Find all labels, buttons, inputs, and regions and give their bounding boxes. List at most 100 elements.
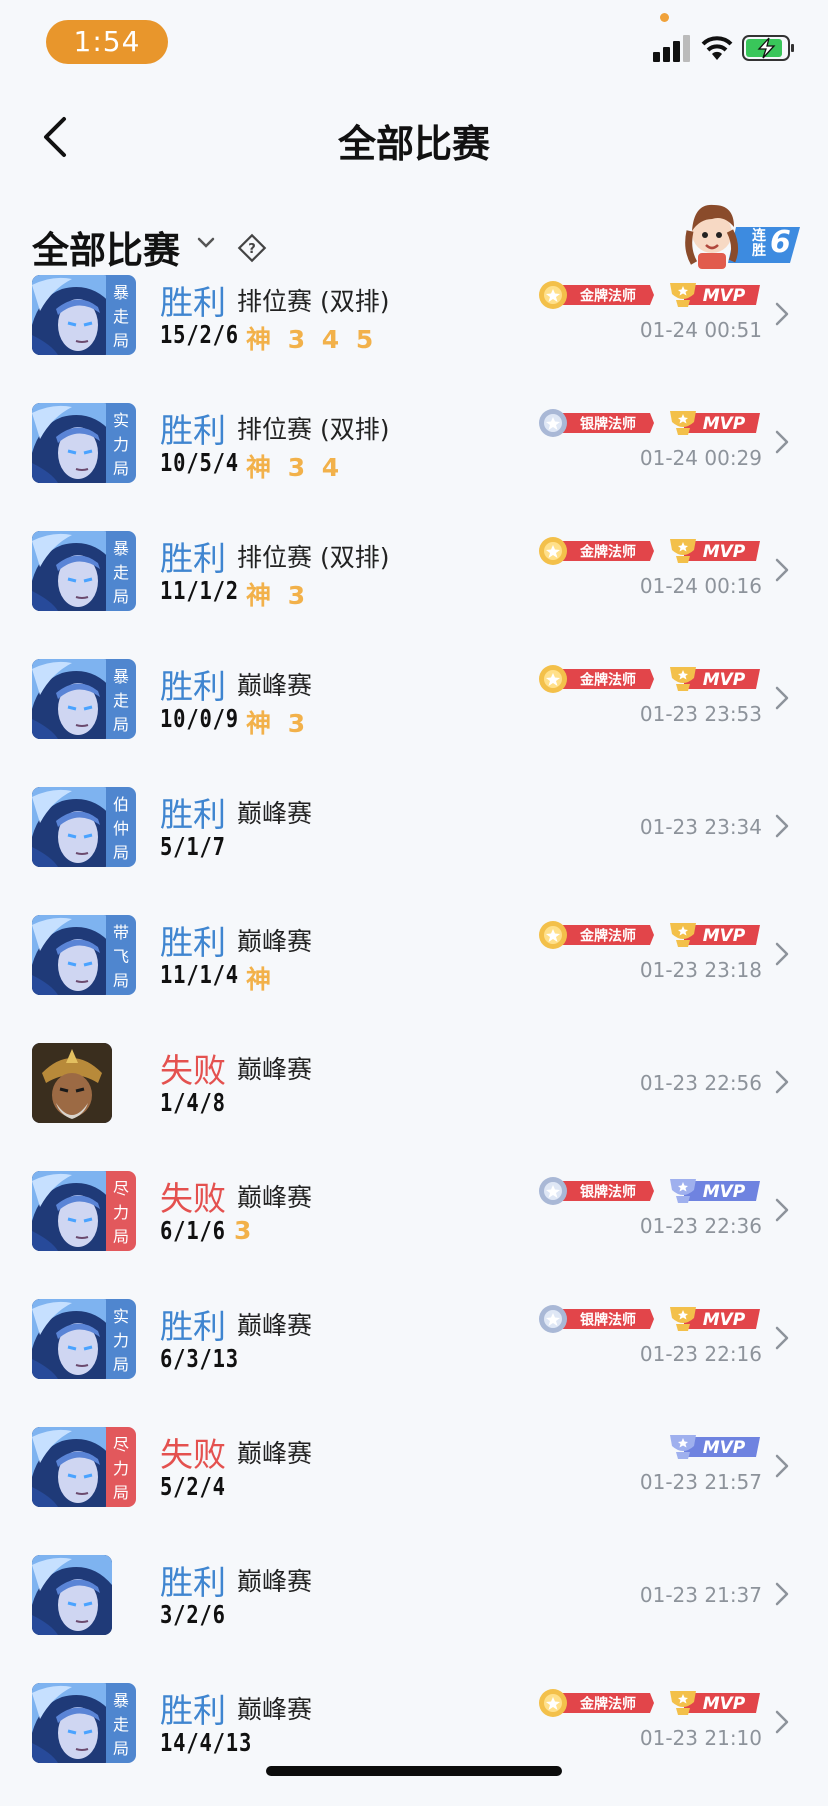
hero-avatar-icon — [32, 531, 112, 611]
status-bar: 1:54 — [0, 0, 828, 90]
status-time: 1:54 — [46, 20, 168, 64]
hero-avatar-icon — [32, 659, 112, 739]
match-row[interactable]: 暴走局胜利 排位赛 (双排) 15/2/6 神 3 4 5 金牌法师 MVP 01-24 0… — [0, 270, 828, 398]
match-filter-dropdown[interactable]: 全部比赛 — [32, 220, 180, 274]
match-result: 失败 — [160, 1435, 226, 1474]
performance-tag-char: 伯 — [112, 795, 129, 814]
hero-avatar — [32, 1171, 112, 1251]
match-row[interactable]: 尽力局失败 巅峰赛 6/1/6 3 银牌法师 MVP 01-23 22:36 — [0, 1166, 828, 1294]
mvp-badge: MVP — [670, 1435, 760, 1459]
match-kda: 1/4/8 — [160, 1088, 226, 1117]
match-result: 胜利 — [160, 1563, 226, 1602]
performance-tag-char: 实 — [112, 411, 129, 430]
match-row[interactable]: 暴走局胜利 巅峰赛 10/0/9 神 3 金牌法师 MVP 01-23 23:53 — [0, 654, 828, 782]
performance-tag-char: 走 — [112, 307, 129, 326]
hero-avatar-icon — [32, 1555, 112, 1635]
hero-avatar — [32, 1043, 112, 1123]
hero-avatar — [32, 275, 112, 355]
match-row[interactable]: 实力局胜利 排位赛 (双排) 10/5/4 神 3 4 银牌法师 MVP 01-24 00:… — [0, 398, 828, 526]
match-kda: 6/3/13 — [160, 1344, 239, 1373]
performance-tag-char: 走 — [112, 563, 129, 582]
match-time: 01-23 21:57 — [639, 1470, 762, 1494]
match-mode: 排位赛 (双排) — [237, 287, 390, 316]
performance-tag-char: 走 — [112, 691, 129, 710]
match-kda: 11/1/2 — [160, 576, 239, 605]
match-result: 失败 — [160, 1179, 226, 1218]
streak-label-1: 连 — [752, 228, 766, 244]
match-row[interactable]: 失败 巅峰赛 1/4/8 01-23 22:56 — [0, 1038, 828, 1166]
match-row[interactable]: 暴走局胜利 排位赛 (双排) 11/1/2 神 3 金牌法师 MVP 01-24 00:16 — [0, 526, 828, 654]
match-highlights: 神 3 4 5 — [246, 325, 378, 354]
home-indicator[interactable] — [266, 1766, 562, 1776]
chevron-right-icon — [775, 1070, 789, 1094]
performance-tag-char: 力 — [112, 435, 129, 454]
match-row[interactable]: 胜利 巅峰赛 3/2/6 01-23 21:37 — [0, 1550, 828, 1678]
match-kda: 14/4/13 — [160, 1728, 253, 1757]
svg-text:金牌法师: 金牌法师 — [579, 1696, 636, 1713]
match-result: 胜利 — [160, 1691, 226, 1730]
svg-text:MVP: MVP — [703, 926, 746, 946]
match-row[interactable]: 暴走局胜利 巅峰赛 14/4/13 金牌法师 MVP 01-23 21:10 — [0, 1678, 828, 1806]
performance-tag-char: 局 — [112, 331, 129, 350]
match-row[interactable]: 带飞局胜利 巅峰赛 11/1/4 神金牌法师 MVP 01-23 23:18 — [0, 910, 828, 1038]
hero-avatar — [32, 915, 112, 995]
match-mode: 巅峰赛 — [237, 927, 313, 956]
hero-avatar — [32, 1683, 112, 1763]
medal-badge: 金牌法师 — [539, 921, 654, 949]
medal-badge: 金牌法师 — [539, 665, 654, 693]
match-time: 01-23 22:16 — [639, 1342, 762, 1366]
match-mode: 巅峰赛 — [237, 1183, 313, 1212]
performance-tag-char: 力 — [112, 1331, 129, 1350]
hero-avatar-icon — [32, 915, 112, 995]
performance-tag-char: 暴 — [112, 539, 129, 558]
medal-badge: 银牌法师 — [539, 409, 654, 437]
performance-tag: 尽力局 — [106, 1171, 136, 1251]
performance-tag: 带飞局 — [106, 915, 136, 995]
match-time: 01-23 21:37 — [639, 1583, 762, 1607]
match-mode: 巅峰赛 — [237, 1311, 313, 1340]
match-mode: 巅峰赛 — [237, 671, 313, 700]
match-kda: 5/2/4 — [160, 1472, 226, 1501]
hero-avatar-icon — [32, 1427, 112, 1507]
match-kda: 10/0/9 — [160, 704, 239, 733]
performance-tag-char: 暴 — [112, 1691, 129, 1710]
hero-avatar-icon — [32, 1683, 112, 1763]
match-time: 01-23 23:18 — [639, 958, 762, 982]
performance-tag-char: 力 — [112, 1459, 129, 1478]
chevron-down-icon[interactable] — [196, 236, 216, 250]
hero-avatar-icon — [32, 403, 112, 483]
performance-tag-char: 局 — [112, 459, 129, 478]
svg-text:MVP: MVP — [703, 542, 746, 562]
mvp-badge: MVP — [670, 283, 760, 307]
match-kda: 10/5/4 — [160, 448, 239, 477]
performance-tag-char: 局 — [112, 843, 129, 862]
battery-charging-icon — [742, 35, 794, 61]
match-time: 01-24 00:16 — [639, 574, 762, 598]
match-row[interactable]: 伯仲局胜利 巅峰赛 5/1/7 01-23 23:34 — [0, 782, 828, 910]
performance-tag-char: 带 — [112, 923, 129, 942]
match-mode: 巅峰赛 — [237, 1439, 313, 1468]
svg-text:MVP: MVP — [703, 1182, 746, 1202]
mvp-badge: MVP — [670, 1691, 760, 1715]
hero-avatar — [32, 787, 112, 867]
match-row[interactable]: 实力局胜利 巅峰赛 6/3/13 银牌法师 MVP 01-23 22:16 — [0, 1294, 828, 1422]
medal-badge: 银牌法师 — [539, 1177, 654, 1205]
performance-tag: 暴走局 — [106, 659, 136, 739]
performance-tag-char: 局 — [112, 1355, 129, 1374]
performance-tag: 实力局 — [106, 1299, 136, 1379]
mvp-badge: MVP — [670, 1307, 760, 1331]
match-result: 胜利 — [160, 283, 226, 322]
performance-tag-char: 飞 — [112, 947, 129, 966]
chevron-right-icon — [775, 1582, 789, 1606]
match-highlights: 神 3 — [246, 581, 310, 610]
match-time: 01-24 00:51 — [639, 318, 762, 342]
match-mode: 巅峰赛 — [237, 1567, 313, 1596]
hero-avatar — [32, 1555, 112, 1635]
hero-avatar — [32, 403, 112, 483]
match-row[interactable]: 尽力局失败 巅峰赛 5/2/4 MVP 01-23 21:57 — [0, 1422, 828, 1550]
help-icon[interactable]: ? — [236, 232, 268, 264]
chevron-right-icon — [775, 430, 789, 454]
privacy-indicator-dot — [660, 13, 669, 22]
svg-text:MVP: MVP — [703, 414, 746, 434]
win-streak-badge: 连 胜 6 — [684, 197, 800, 269]
